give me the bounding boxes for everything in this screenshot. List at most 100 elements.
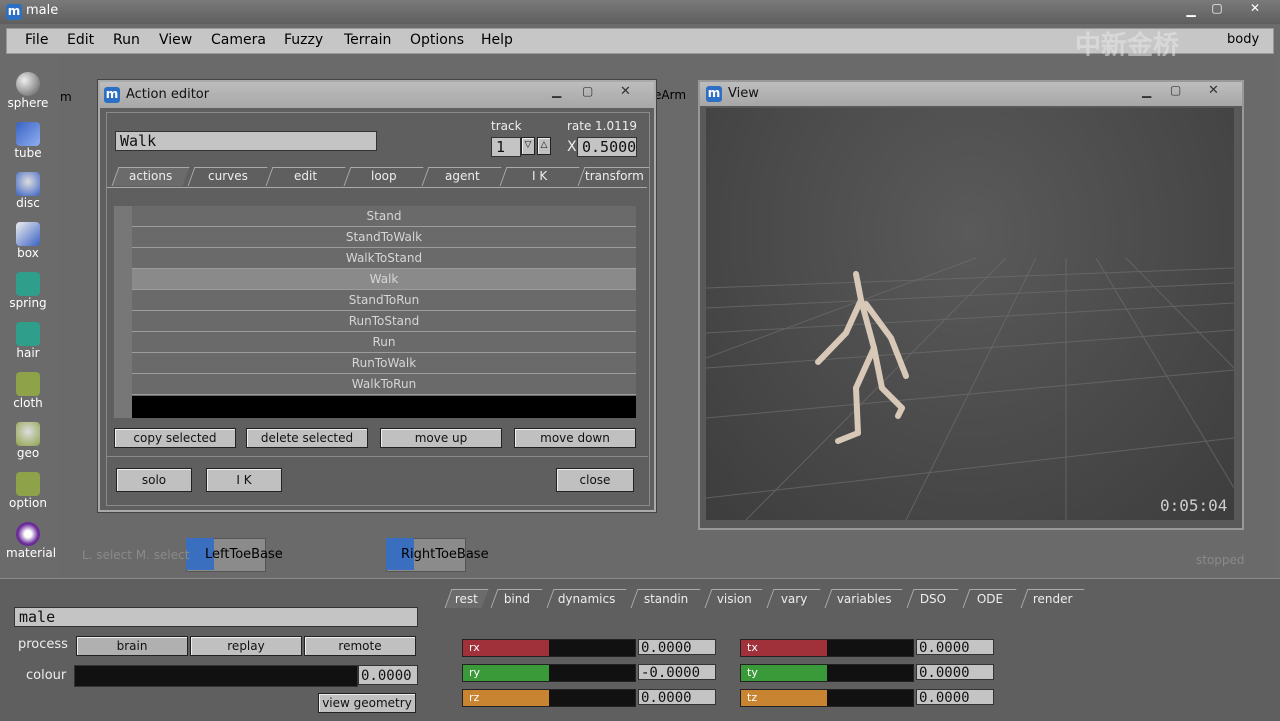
tz-slider[interactable]: tz [740, 689, 914, 707]
track-field[interactable]: 1 [491, 137, 521, 157]
tab-loop[interactable]: loop [343, 167, 424, 186]
option-icon [16, 472, 40, 496]
view-titlebar[interactable]: m View ▁ ▢ ✕ [700, 82, 1242, 106]
tab-variables[interactable]: variables [824, 589, 903, 608]
close-button[interactable]: close [556, 468, 634, 492]
sphere-icon [16, 72, 40, 96]
tab-ode[interactable]: ODE [962, 589, 1017, 608]
rx-value[interactable]: 0.0000 [638, 639, 716, 656]
minimize-icon[interactable]: ▁ [552, 84, 561, 98]
ik-button[interactable]: I K [206, 468, 282, 492]
list-item[interactable]: Stand [132, 206, 636, 227]
tx-slider[interactable]: tx [740, 639, 914, 657]
action-list[interactable]: Stand StandToWalk WalkToStand Walk Stand… [114, 206, 636, 418]
ty-slider[interactable]: ty [740, 664, 914, 682]
list-item[interactable]: WalkToRun [132, 374, 636, 395]
rz-label: rz [463, 690, 549, 706]
tab-standin[interactable]: standin [630, 589, 701, 608]
brain-button[interactable]: brain [76, 636, 188, 656]
list-item[interactable]: StandToWalk [132, 227, 636, 248]
view-geometry-button[interactable]: view geometry [318, 693, 416, 713]
list-item[interactable]: WalkToStand [132, 248, 636, 269]
menu-run[interactable]: Run [113, 32, 140, 48]
object-name-field[interactable]: male [14, 607, 418, 627]
menu-file[interactable]: File [25, 32, 48, 48]
tab-curves[interactable]: curves [187, 167, 268, 186]
ty-value[interactable]: 0.0000 [916, 664, 994, 681]
minimize-icon[interactable]: ▁ [1180, 4, 1202, 18]
list-item[interactable]: StandToRun [132, 290, 636, 311]
action-name-field[interactable]: Walk [115, 131, 377, 151]
tab-dynamics[interactable]: dynamics [546, 589, 627, 608]
menu-options[interactable]: Options [410, 32, 464, 48]
tool-box[interactable]: box [6, 216, 50, 266]
tool-label: tube [14, 146, 42, 160]
menu-edit[interactable]: Edit [67, 32, 94, 48]
tool-hair[interactable]: hair [6, 316, 50, 366]
move-down-button[interactable]: move down [514, 428, 636, 448]
graph-node-partial-left[interactable]: m [60, 90, 72, 104]
tool-tube[interactable]: tube [6, 116, 50, 166]
menu-camera[interactable]: Camera [211, 32, 266, 48]
close-icon[interactable]: ✕ [1208, 83, 1219, 98]
menu-fuzzy[interactable]: Fuzzy [284, 32, 323, 48]
ry-value[interactable]: -0.0000 [638, 664, 716, 681]
tool-option[interactable]: option [6, 466, 50, 516]
rz-value[interactable]: 0.0000 [638, 689, 716, 706]
list-item[interactable]: Run [132, 332, 636, 353]
list-item-selected[interactable]: Walk [132, 269, 636, 290]
minimize-icon[interactable]: ▁ [1142, 84, 1151, 98]
tz-value[interactable]: 0.0000 [916, 689, 994, 706]
tab-vision[interactable]: vision [704, 589, 763, 608]
list-scroll-gutter[interactable] [114, 206, 132, 418]
track-up-button[interactable]: △ [537, 137, 551, 155]
3d-viewport[interactable]: 0:05:04 [706, 108, 1234, 520]
tab-agent[interactable]: agent [421, 167, 502, 186]
tab-vary[interactable]: vary [766, 589, 821, 608]
solo-button[interactable]: solo [116, 468, 192, 492]
tab-bind[interactable]: bind [490, 589, 543, 608]
menu-help[interactable]: Help [481, 32, 513, 48]
tab-dso[interactable]: DSO [906, 589, 959, 608]
menu-view[interactable]: View [159, 32, 192, 48]
tab-actions[interactable]: actions [111, 167, 190, 186]
list-item[interactable]: RunToStand [132, 311, 636, 332]
tool-material[interactable]: material [6, 516, 56, 566]
maximize-icon[interactable]: ▢ [1170, 83, 1181, 97]
tab-edit[interactable]: edit [265, 167, 346, 186]
graph-node-righttoebase[interactable]: RightToeBase [386, 538, 489, 572]
graph-node-partial-right[interactable]: eArm [654, 88, 686, 102]
rz-slider[interactable]: rz [462, 689, 636, 707]
colour-value[interactable]: 0.0000 [358, 665, 418, 685]
close-icon[interactable]: ✕ [620, 84, 631, 99]
track-down-button[interactable]: ▽ [521, 137, 535, 155]
copy-selected-button[interactable]: copy selected [114, 428, 236, 448]
tool-spring[interactable]: spring [6, 266, 50, 316]
delete-selected-button[interactable]: delete selected [246, 428, 368, 448]
remote-button[interactable]: remote [304, 636, 416, 656]
rx-slider[interactable]: rx [462, 639, 636, 657]
tool-geo[interactable]: geo [6, 416, 50, 466]
view-window: m View ▁ ▢ ✕ 0:05:04 [698, 80, 1244, 530]
tab-render[interactable]: render [1020, 589, 1085, 608]
colour-swatch[interactable] [74, 665, 358, 687]
tool-cloth[interactable]: cloth [6, 366, 50, 416]
menu-terrain[interactable]: Terrain [344, 32, 391, 48]
ry-slider[interactable]: ry [462, 664, 636, 682]
tab-rest[interactable]: rest [444, 589, 489, 608]
x-scale-field[interactable]: 0.5000 [577, 137, 637, 157]
list-item[interactable]: RunToWalk [132, 353, 636, 374]
tx-value[interactable]: 0.0000 [916, 639, 994, 656]
tool-sphere[interactable]: sphere [6, 66, 50, 116]
view-title: View [728, 86, 759, 101]
move-up-button[interactable]: move up [380, 428, 502, 448]
action-editor-titlebar[interactable]: m Action editor ▁ ▢ ✕ [100, 82, 654, 108]
maximize-icon[interactable]: ▢ [1206, 2, 1228, 16]
tab-transform[interactable]: transform [577, 167, 650, 186]
replay-button[interactable]: replay [190, 636, 302, 656]
tab-ik[interactable]: I K [499, 167, 580, 186]
graph-node-lefttoebase[interactable]: LeftToeBase [186, 538, 283, 572]
tool-disc[interactable]: disc [6, 166, 50, 216]
maximize-icon[interactable]: ▢ [582, 84, 593, 98]
close-icon[interactable]: ✕ [1244, 2, 1266, 16]
